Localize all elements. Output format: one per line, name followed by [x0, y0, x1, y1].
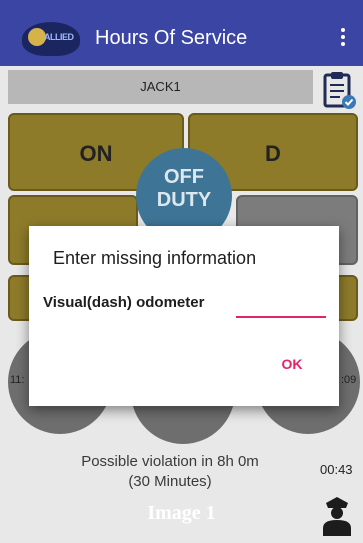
dialog-title: Enter missing information: [53, 248, 257, 268]
missing-info-dialog: Enter missing information Visual(dash) o…: [29, 226, 339, 406]
odometer-field-label: Visual(dash) odometer: [43, 294, 205, 311]
odometer-input[interactable]: [236, 292, 326, 318]
ok-button[interactable]: OK: [269, 346, 315, 382]
hours-of-service-screen: ALLIED Hours Of Service JACK1 ON D OFF D…: [0, 0, 363, 541]
